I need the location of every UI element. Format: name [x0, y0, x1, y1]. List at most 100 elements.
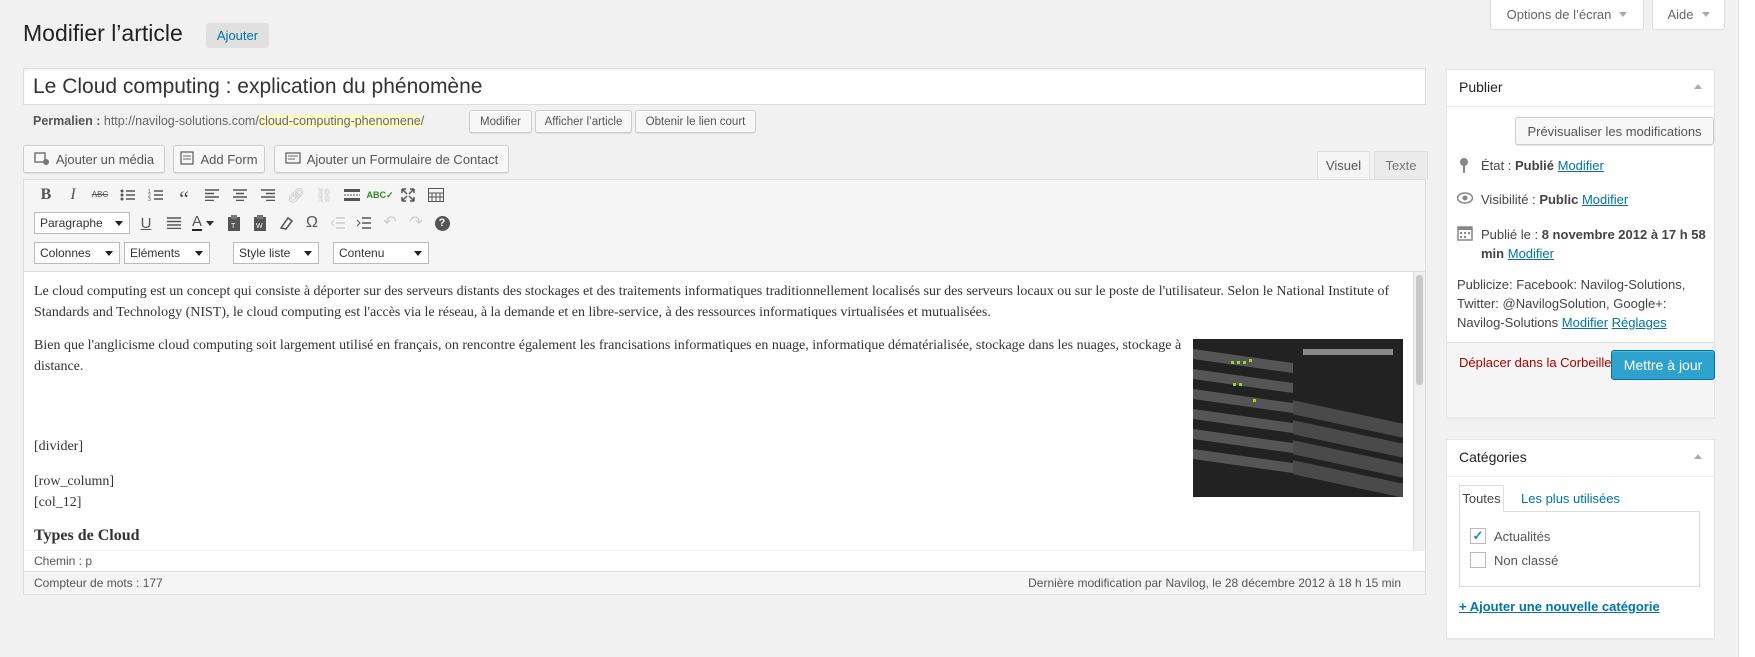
word-count: Compteur de mots : 177: [34, 576, 163, 590]
bullet-list-icon[interactable]: [118, 185, 138, 205]
screen-options-button[interactable]: Options de l’écran: [1490, 0, 1644, 30]
spellcheck-icon[interactable]: ABC✓: [366, 185, 393, 205]
permalink-edit-button[interactable]: Modifier: [469, 110, 532, 133]
page-title: Modifier l’article: [23, 20, 183, 46]
kitchen-sink-icon[interactable]: [426, 185, 446, 205]
update-button[interactable]: Mettre à jour: [1611, 350, 1715, 380]
outdent-icon[interactable]: [328, 213, 348, 233]
collapse-icon[interactable]: [1694, 84, 1702, 89]
help-label: Aide: [1667, 7, 1694, 22]
edit-status-link[interactable]: Modifier: [1558, 158, 1604, 173]
tab-all-categories[interactable]: Toutes: [1459, 485, 1504, 512]
redo-icon[interactable]: ↷: [406, 213, 426, 233]
text-color-icon[interactable]: A: [192, 213, 220, 233]
path-text: Chemin : p: [34, 554, 93, 568]
format-select[interactable]: Paragraphe: [34, 212, 130, 234]
category-checkbox[interactable]: [1470, 552, 1486, 568]
view-post-button[interactable]: Afficher l’article: [535, 110, 632, 133]
bold-icon[interactable]: B: [36, 185, 56, 205]
category-item[interactable]: ✓ Actualités: [1470, 528, 1550, 544]
underline-icon[interactable]: U: [136, 213, 156, 233]
indent-icon[interactable]: [354, 213, 374, 233]
post-title-input[interactable]: Le Cloud computing : explication du phén…: [23, 68, 1426, 105]
align-center-icon[interactable]: [230, 185, 250, 205]
fullscreen-icon[interactable]: [398, 185, 418, 205]
paste-word-icon[interactable]: W: [250, 213, 270, 233]
add-new-button[interactable]: Ajouter: [206, 23, 269, 48]
edit-visibility-link[interactable]: Modifier: [1582, 192, 1628, 207]
align-left-icon[interactable]: [202, 185, 222, 205]
strikethrough-icon[interactable]: ABC: [90, 185, 110, 205]
undo-icon[interactable]: ↶: [380, 213, 400, 233]
edit-date-link[interactable]: Modifier: [1508, 246, 1554, 261]
add-form-label: Add Form: [200, 151, 258, 167]
align-right-icon[interactable]: [258, 185, 278, 205]
link-icon[interactable]: 🔗︎: [286, 185, 306, 205]
screen-options-label: Options de l’écran: [1506, 7, 1612, 22]
editor-scrollbar[interactable]: [1413, 272, 1425, 550]
visibility-label: Visibilité :: [1481, 192, 1536, 207]
visibility-row: Visibilité : Public Modifier: [1456, 191, 1628, 209]
help-button[interactable]: Aide: [1652, 0, 1725, 30]
media-icon: [34, 152, 50, 166]
section-heading: Types de Cloud: [34, 527, 140, 544]
contact-form-icon: [285, 151, 301, 167]
add-media-button[interactable]: Ajouter un média: [23, 145, 165, 173]
list-style-select[interactable]: Style liste: [233, 242, 319, 264]
unlink-icon[interactable]: ⛓︎: [314, 185, 334, 205]
server-image[interactable]: [1193, 339, 1403, 497]
svg-text:T: T: [231, 223, 236, 230]
columns-select[interactable]: Colonnes: [34, 242, 120, 264]
help-icon[interactable]: ?: [432, 213, 452, 233]
permalink-row: Permalien : http://navilog-solutions.com…: [33, 114, 424, 128]
special-char-icon[interactable]: Ω: [302, 213, 322, 233]
publicize-twitter: Twitter: @NavilogSolution: [1457, 296, 1607, 311]
add-new-category-link[interactable]: + Ajouter une nouvelle catégorie: [1459, 599, 1660, 614]
tab-text[interactable]: Texte: [1374, 151, 1428, 179]
editor-toolbar: B I ABC 123 “ 🔗︎ ⛓︎ ABC✓ Paragraphe U A …: [24, 180, 1425, 272]
italic-icon[interactable]: I: [63, 185, 83, 205]
editor-content[interactable]: Le cloud computing est un concept qui co…: [24, 272, 1413, 550]
categories-box-header[interactable]: Catégories: [1447, 440, 1714, 477]
categories-list: ✓ Actualités Non classé: [1459, 511, 1700, 587]
preview-changes-button[interactable]: Prévisualiser les modifications: [1515, 117, 1714, 145]
category-checkbox[interactable]: ✓: [1470, 528, 1486, 544]
visibility-value: Public: [1539, 192, 1579, 207]
add-contact-form-button[interactable]: Ajouter un Formulaire de Contact: [274, 145, 509, 173]
publish-actions: Déplacer dans la Corbeille Mettre à jour: [1447, 342, 1715, 417]
tab-popular-categories[interactable]: Les plus utilisées: [1521, 491, 1620, 506]
paste-text-icon[interactable]: T: [224, 213, 244, 233]
path-bar: Chemin : p: [24, 550, 1425, 571]
collapse-icon[interactable]: [1694, 454, 1702, 459]
categories-box: Catégories Toutes Les plus utilisées ✓ A…: [1446, 439, 1715, 639]
tab-visual[interactable]: Visuel: [1317, 151, 1370, 179]
add-form-button[interactable]: Add Form: [173, 145, 265, 173]
published-date-row: Publié le : 8 novembre 2012 à 17 h 58 mi…: [1457, 225, 1707, 263]
category-item[interactable]: Non classé: [1470, 552, 1558, 568]
publicize-facebook: Facebook: Navilog-Solutions: [1516, 277, 1682, 292]
published-label: Publié le :: [1481, 227, 1539, 242]
svg-text:3: 3: [148, 197, 151, 202]
get-shortlink-button[interactable]: Obtenir le lien court: [635, 110, 756, 133]
permalink-slug[interactable]: cloud-computing-phenomene: [258, 114, 421, 128]
clear-format-icon[interactable]: [276, 213, 296, 233]
move-to-trash-link[interactable]: Déplacer dans la Corbeille: [1459, 355, 1611, 370]
window-scrollbar[interactable]: [1738, 0, 1755, 657]
publish-box-header[interactable]: Publier: [1447, 70, 1714, 107]
permalink-trailing: /: [420, 114, 425, 128]
last-modified: Dernière modification par Navilog, le 28…: [1028, 576, 1401, 590]
edit-publicize-link[interactable]: Modifier: [1562, 315, 1608, 330]
elements-select[interactable]: Eléments: [124, 242, 210, 264]
numbered-list-icon[interactable]: 123: [146, 185, 166, 205]
category-label: Non classé: [1494, 552, 1559, 568]
form-icon: [180, 150, 195, 168]
chevron-down-icon: [1701, 12, 1710, 17]
editor-scrollbar-thumb[interactable]: [1416, 275, 1423, 385]
add-contact-form-label: Ajouter un Formulaire de Contact: [306, 151, 499, 167]
more-tag-icon[interactable]: [342, 185, 362, 205]
blockquote-icon[interactable]: “: [174, 185, 194, 210]
publish-title: Publier: [1459, 79, 1503, 95]
publicize-settings-link[interactable]: Réglages: [1612, 315, 1667, 330]
content-select[interactable]: Contenu: [333, 242, 429, 264]
justify-icon[interactable]: [164, 213, 184, 233]
